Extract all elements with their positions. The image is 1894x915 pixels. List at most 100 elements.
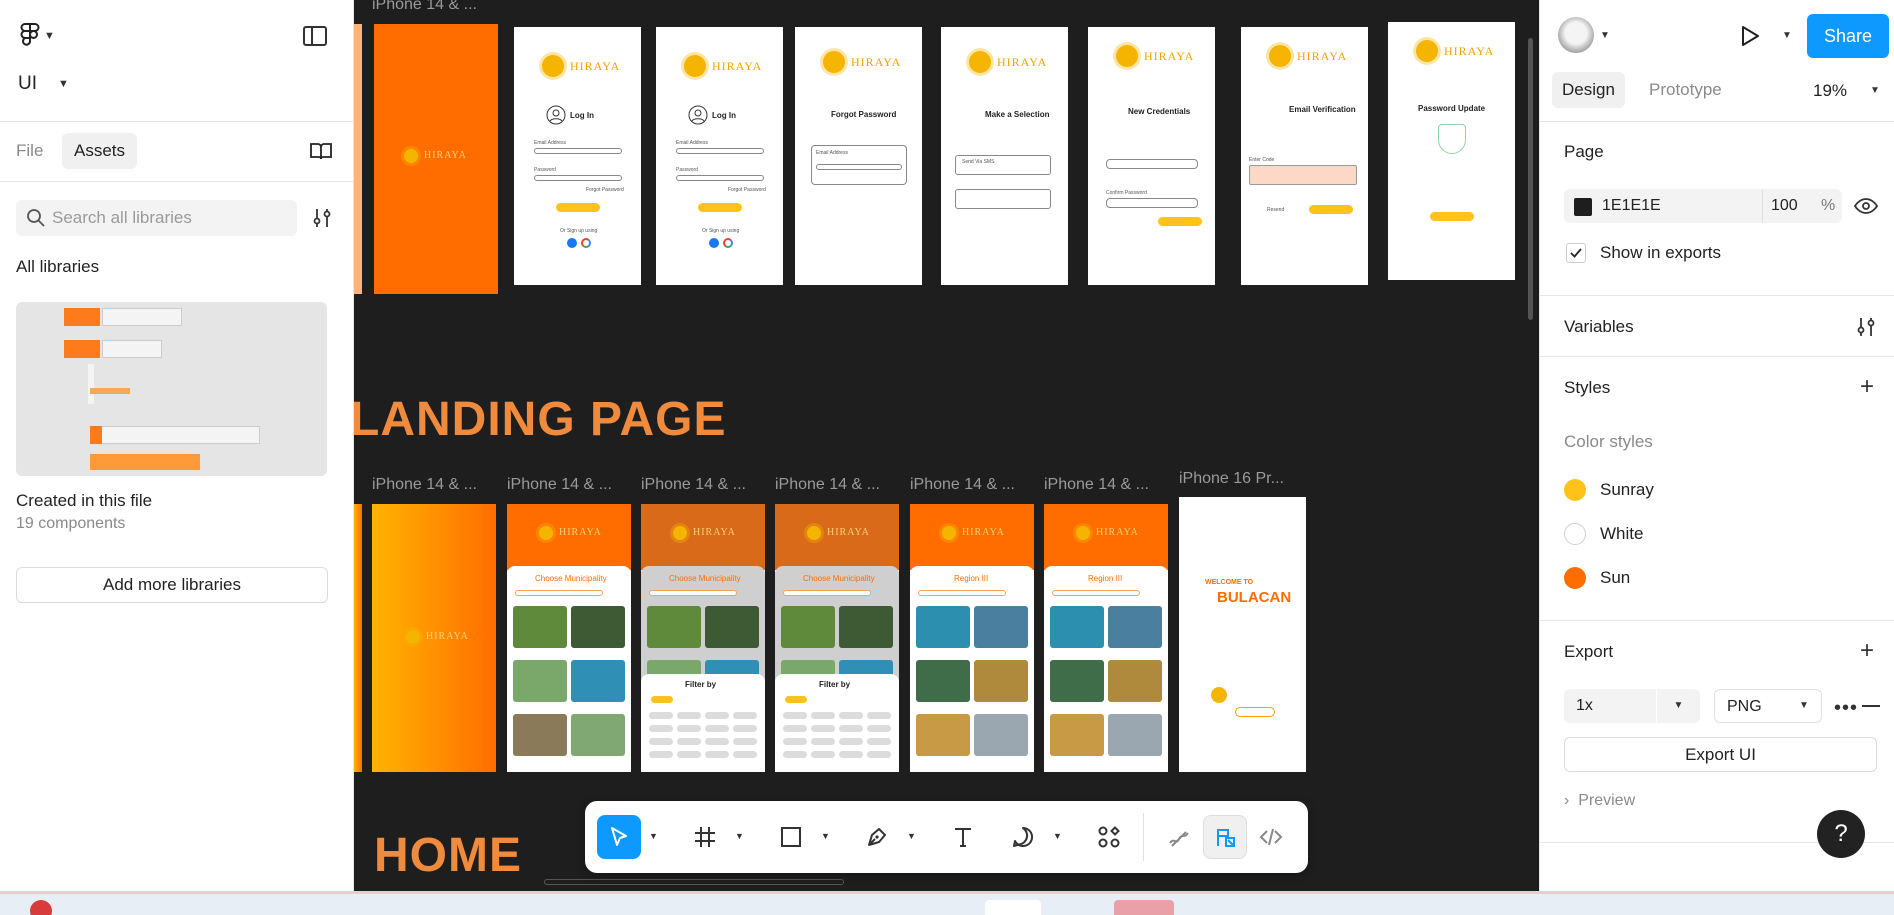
color-swatch[interactable]	[1574, 198, 1592, 216]
destination-photo[interactable]	[916, 660, 970, 702]
confirm-password-field[interactable]	[1106, 198, 1198, 208]
cta-button[interactable]	[1235, 707, 1275, 717]
library-search[interactable]	[16, 200, 297, 236]
page-opacity-value[interactable]: 100	[1771, 197, 1798, 215]
destination-photo[interactable]	[571, 660, 625, 702]
filter-option[interactable]	[783, 738, 807, 745]
taskbar-item[interactable]	[1114, 900, 1174, 915]
destination-photo[interactable]	[571, 714, 625, 756]
frame-partial[interactable]	[354, 24, 362, 294]
add-export-plus-icon[interactable]: +	[1860, 639, 1874, 663]
login-button[interactable]	[556, 203, 600, 212]
section-title-landing[interactable]: LANDING PAGE	[354, 392, 726, 447]
facebook-icon[interactable]	[567, 238, 577, 248]
add-more-libraries-button[interactable]: Add more libraries	[16, 567, 328, 603]
frame-label[interactable]: iPhone 16 Pr...	[1179, 470, 1284, 488]
frame-welcome[interactable]: WELCOME TO BULACAN	[1179, 497, 1306, 772]
destination-photo[interactable]	[1050, 660, 1104, 702]
next-button[interactable]	[1309, 205, 1353, 214]
filter-option[interactable]	[677, 738, 701, 745]
filter-chip[interactable]	[651, 696, 673, 703]
filter-option[interactable]	[811, 712, 835, 719]
login-button[interactable]	[698, 203, 742, 212]
frame-municipality-list[interactable]: HIRAYA Region III	[1044, 504, 1168, 772]
export-button[interactable]: Export UI	[1564, 737, 1877, 772]
frame-label[interactable]: iPhone 14 & ...	[372, 0, 477, 14]
filter-option[interactable]	[811, 738, 835, 745]
play-icon[interactable]	[1740, 25, 1760, 47]
move-tool-button[interactable]	[597, 815, 641, 859]
comment-tool-button[interactable]	[1001, 815, 1045, 859]
move-tool-chevron-icon[interactable]: ▼	[649, 831, 658, 841]
destination-photo[interactable]	[513, 660, 567, 702]
email-field[interactable]	[816, 164, 902, 170]
search-field[interactable]	[1052, 590, 1140, 596]
filter-option[interactable]	[867, 751, 891, 758]
frame-new-credentials[interactable]: HIRAYA New Credentials Confirm Password	[1088, 27, 1215, 285]
search-field[interactable]	[783, 590, 871, 596]
taskbar-item[interactable]	[985, 900, 1041, 915]
frame-partial[interactable]	[354, 504, 362, 772]
pen-tool-button[interactable]	[855, 815, 899, 859]
search-field[interactable]	[918, 590, 1006, 596]
frame-label[interactable]: iPhone 14 & ...	[775, 476, 880, 494]
filter-option[interactable]	[705, 725, 729, 732]
page-color-hex[interactable]: 1E1E1E	[1602, 197, 1661, 215]
add-style-plus-icon[interactable]: +	[1860, 375, 1874, 399]
design-mode-button[interactable]	[1203, 815, 1247, 859]
frame-password-update[interactable]: HIRAYA Password Update	[1388, 22, 1515, 280]
avatar[interactable]	[1558, 17, 1594, 53]
destination-photo[interactable]	[1050, 606, 1104, 648]
code-field[interactable]	[1249, 165, 1357, 185]
facebook-icon[interactable]	[709, 238, 719, 248]
library-book-icon[interactable]	[309, 141, 333, 161]
frame-municipality-list[interactable]: HIRAYA Choose Municipality	[507, 504, 631, 772]
filter-option[interactable]	[839, 725, 863, 732]
filter-option[interactable]	[677, 725, 701, 732]
destination-photo[interactable]	[916, 606, 970, 648]
zoom-chevron-icon[interactable]: ▼	[1870, 85, 1880, 96]
password-field[interactable]	[676, 175, 764, 181]
filter-option[interactable]	[867, 712, 891, 719]
tab-file[interactable]: File	[16, 141, 43, 161]
destination-photo[interactable]	[974, 606, 1028, 648]
destination-photo[interactable]	[647, 606, 701, 648]
dev-mode-button[interactable]	[1249, 815, 1293, 859]
filter-option[interactable]	[783, 751, 807, 758]
frame-login-filled[interactable]: HIRAYA Log In Email Address Password For…	[656, 27, 783, 285]
filter-option[interactable]	[677, 712, 701, 719]
filter-option[interactable]	[783, 725, 807, 732]
variables-sliders-icon[interactable]	[1854, 316, 1878, 338]
search-field[interactable]	[649, 590, 737, 596]
preview-toggle[interactable]: › Preview	[1564, 792, 1635, 810]
export-scale-select[interactable]: 1x ▼	[1564, 689, 1700, 723]
actions-tool-button[interactable]	[1087, 815, 1131, 859]
share-button[interactable]: Share	[1807, 14, 1889, 58]
avatar-chevron-icon[interactable]: ▼	[1600, 30, 1610, 41]
email-field[interactable]	[676, 148, 764, 154]
remove-export-minus-icon[interactable]	[1862, 705, 1880, 707]
frame-municipality-list[interactable]: HIRAYA Choose Municipality Filter by	[641, 504, 765, 772]
forgot-link[interactable]: Forgot Password	[586, 187, 624, 193]
design-canvas[interactable]: iPhone 14 & ... HIRAYA HIRAYA Log In Ema…	[354, 0, 1539, 891]
filter-option[interactable]	[733, 712, 757, 719]
filter-option[interactable]	[649, 738, 673, 745]
scale-chevron-icon[interactable]: ▼	[1656, 689, 1700, 723]
file-name[interactable]: UI	[18, 73, 37, 95]
filter-option[interactable]	[867, 738, 891, 745]
comment-tool-chevron-icon[interactable]: ▼	[1053, 831, 1062, 841]
filter-option[interactable]	[733, 725, 757, 732]
search-field[interactable]	[515, 590, 603, 596]
destination-photo[interactable]	[571, 606, 625, 648]
destination-photo[interactable]	[513, 714, 567, 756]
submit-button[interactable]	[1158, 217, 1202, 226]
frame-landing-gradient[interactable]: HIRAYA	[372, 504, 496, 772]
frame-label[interactable]: iPhone 14 & ...	[507, 476, 612, 494]
google-icon[interactable]	[723, 238, 733, 248]
filter-option[interactable]	[733, 738, 757, 745]
forgot-link[interactable]: Forgot Password	[728, 187, 766, 193]
filter-option[interactable]	[705, 712, 729, 719]
filter-option[interactable]	[705, 751, 729, 758]
library-thumbnail[interactable]	[16, 302, 327, 476]
zoom-level[interactable]: 19%	[1813, 81, 1847, 101]
